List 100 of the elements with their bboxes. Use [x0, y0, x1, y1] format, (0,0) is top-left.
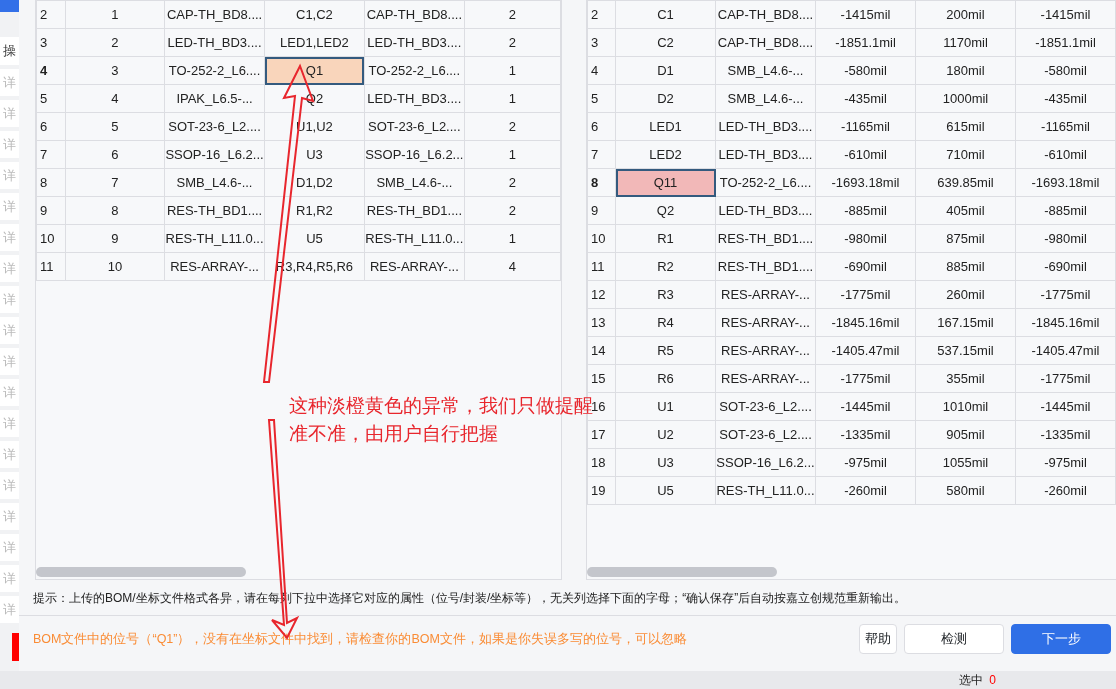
table-cell: -975mil [815, 448, 916, 477]
row-number: 2 [587, 0, 616, 29]
table-cell: -1775mil [815, 280, 916, 309]
table-cell: -435mil [1015, 84, 1116, 113]
detail-link[interactable]: 详 [0, 503, 19, 530]
detail-link[interactable]: 详 [0, 131, 19, 158]
table-cell: C1,C2 [264, 0, 365, 29]
detail-link[interactable]: 详 [0, 286, 19, 313]
table-cell: 1 [464, 84, 561, 113]
table-cell: 2 [464, 168, 561, 197]
table-cell: R1,R2 [264, 196, 365, 225]
table-cell: -1775mil [1015, 364, 1116, 393]
table-cell: 875mil [915, 224, 1016, 253]
table-cell: RES-TH_L11.0... [715, 476, 816, 505]
detail-link[interactable]: 详 [0, 565, 19, 592]
table-cell: -975mil [1015, 448, 1116, 477]
table-cell: R1 [615, 224, 716, 253]
table-cell: TO-252-2_L6.... [164, 56, 265, 85]
detail-link[interactable]: 详 [0, 534, 19, 561]
table-cell: TO-252-2_L6.... [364, 56, 465, 85]
table-cell: 1 [464, 224, 561, 253]
detail-link[interactable]: 详 [0, 224, 19, 251]
row-number: 18 [587, 448, 616, 477]
row-number: 7 [36, 140, 66, 169]
table-cell: SSOP-16_L6.2... [164, 140, 265, 169]
table-cell: -1445mil [1015, 392, 1116, 421]
table-cell: LED-TH_BD3.... [715, 196, 816, 225]
table-cell: 5 [65, 112, 165, 141]
table-cell: Q11 [615, 168, 716, 197]
table-cell: -1405.47mil [1015, 336, 1116, 365]
table-cell: 2 [464, 196, 561, 225]
table-cell: -1851.1mil [815, 28, 916, 57]
table-cell: RES-ARRAY-... [715, 336, 816, 365]
table-cell: SSOP-16_L6.2... [715, 448, 816, 477]
table-cell: -690mil [1015, 252, 1116, 281]
table-cell: -610mil [1015, 140, 1116, 169]
help-button[interactable]: 帮助 [859, 624, 897, 654]
row-number: 13 [587, 308, 616, 337]
table-cell: R5 [615, 336, 716, 365]
table-cell: 4 [464, 252, 561, 281]
table-cell: D1,D2 [264, 168, 365, 197]
detail-link[interactable]: 详 [0, 317, 19, 344]
table-cell: 167.15mil [915, 308, 1016, 337]
row-number: 17 [587, 420, 616, 449]
row-number: 9 [587, 196, 616, 225]
table-cell: U5 [615, 476, 716, 505]
detail-link[interactable]: 详 [0, 348, 19, 375]
table-cell: 710mil [915, 140, 1016, 169]
row-number: 6 [36, 112, 66, 141]
table-cell: LED1 [615, 112, 716, 141]
table-cell: LED2 [615, 140, 716, 169]
table-cell: -260mil [1015, 476, 1116, 505]
header-bar [0, 0, 19, 12]
table-cell: 10 [65, 252, 165, 281]
table-cell: -1845.16mil [1015, 308, 1116, 337]
detail-link[interactable]: 详 [0, 379, 19, 406]
table-cell: -1445mil [815, 392, 916, 421]
table-cell: SOT-23-6_L2.... [364, 112, 465, 141]
row-number: 10 [587, 224, 616, 253]
table-cell: RES-TH_L11.0... [364, 224, 465, 253]
table-cell: C2 [615, 28, 716, 57]
detail-link[interactable]: 详 [0, 162, 19, 189]
detail-link[interactable]: 详 [0, 255, 19, 282]
scrollbar-thumb[interactable] [36, 567, 246, 577]
table-cell: -435mil [815, 84, 916, 113]
table-cell: -1845.16mil [815, 308, 916, 337]
detail-link[interactable]: 详 [0, 441, 19, 468]
row-number: 5 [587, 84, 616, 113]
table-cell: R3 [615, 280, 716, 309]
row-number: 3 [36, 28, 66, 57]
detail-link[interactable]: 详 [0, 193, 19, 220]
table-cell: TO-252-2_L6.... [715, 168, 816, 197]
table-cell: LED-TH_BD3.... [364, 84, 465, 113]
table-cell: RES-ARRAY-... [164, 252, 265, 281]
table-cell: -980mil [815, 224, 916, 253]
row-number: 4 [587, 56, 616, 85]
detail-link[interactable]: 详 [0, 100, 19, 127]
table-cell: SOT-23-6_L2.... [164, 112, 265, 141]
status-marker [12, 633, 19, 661]
table-cell: CAP-TH_BD8.... [715, 28, 816, 57]
detail-link[interactable]: 详 [0, 472, 19, 499]
table-cell: SOT-23-6_L2.... [715, 420, 816, 449]
scrollbar-thumb[interactable] [587, 567, 777, 577]
table-cell: U5 [264, 224, 365, 253]
table-cell: U1 [615, 392, 716, 421]
row-number: 11 [587, 252, 616, 281]
detail-link[interactable]: 详 [0, 410, 19, 437]
check-button[interactable]: 检测 [904, 624, 1004, 654]
table-cell: Q2 [615, 196, 716, 225]
row-number: 8 [587, 168, 616, 197]
next-button[interactable]: 下一步 [1011, 624, 1111, 654]
table-cell: U2 [615, 420, 716, 449]
table-cell: -580mil [815, 56, 916, 85]
table-cell: LED-TH_BD3.... [164, 28, 265, 57]
detail-link[interactable]: 详 [0, 596, 19, 623]
table-cell: 7 [65, 168, 165, 197]
table-cell: D1 [615, 56, 716, 85]
detail-link[interactable]: 详 [0, 69, 19, 96]
table-cell: 2 [464, 112, 561, 141]
row-number: 14 [587, 336, 616, 365]
